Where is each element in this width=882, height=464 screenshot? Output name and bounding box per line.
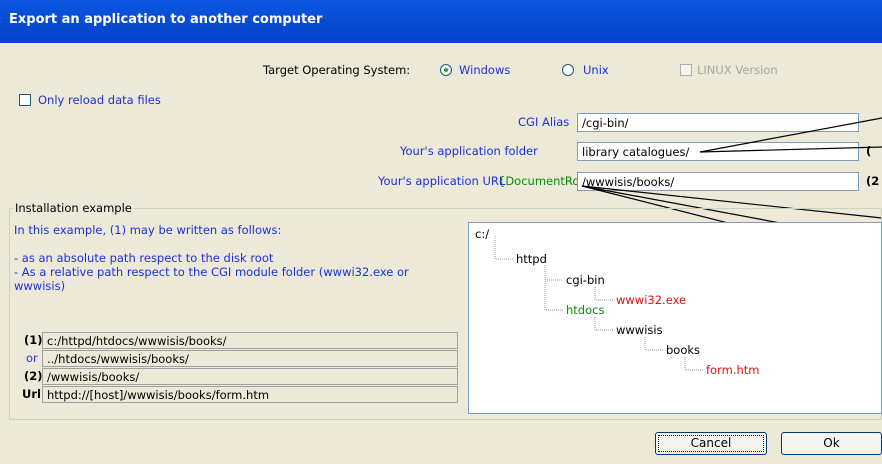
tree-node-cgi-bin[interactable]: cgi-bin bbox=[566, 273, 605, 287]
install-text-3: - As a relative path respect to the CGI … bbox=[14, 265, 409, 279]
folder-tree[interactable]: c:/ httpd cgi-bin wwwi32.exe htdocs wwwi… bbox=[468, 222, 882, 414]
tree-node-form[interactable]: form.htm bbox=[706, 363, 759, 377]
ok-button[interactable]: Ok bbox=[781, 432, 882, 455]
tree-node-root[interactable]: c:/ bbox=[475, 227, 489, 241]
row-value-2: ../htdocs/wwwisis/books/ bbox=[42, 350, 458, 367]
tree-node-htdocs[interactable]: htdocs bbox=[566, 303, 604, 317]
install-text-2: - as an absolute path respect to the dis… bbox=[14, 251, 274, 265]
row-label-4: Url bbox=[22, 387, 41, 401]
row-value-4: httpd://[host]/wwwisis/books/form.htm bbox=[42, 386, 458, 403]
tree-node-httpd[interactable]: httpd bbox=[516, 252, 547, 266]
tree-node-wwwi32[interactable]: wwwi32.exe bbox=[616, 293, 686, 307]
row-value-3: /wwwisis/books/ bbox=[42, 368, 458, 385]
row-label-2: or bbox=[26, 351, 38, 365]
tree-node-books[interactable]: books bbox=[666, 343, 700, 357]
install-text-1: In this example, (1) may be written as f… bbox=[14, 223, 282, 237]
row-label-3: (2) bbox=[24, 369, 43, 383]
installation-group-label: Installation example bbox=[13, 201, 134, 215]
cancel-button[interactable]: Cancel bbox=[655, 432, 767, 455]
tree-node-wwwisis[interactable]: wwwisis bbox=[616, 323, 663, 337]
row-label-1: (1) bbox=[24, 333, 43, 347]
row-value-1: c:/httpd/htdocs/wwwisis/books/ bbox=[42, 332, 458, 349]
install-text-4: wwwisis) bbox=[14, 279, 66, 293]
